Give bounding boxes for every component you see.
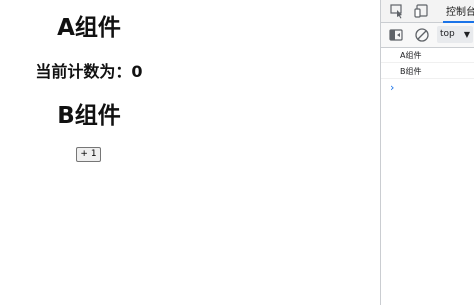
devtools-tab-bar: 控制台 — [381, 0, 474, 23]
console-toolbar: top ▼ — [381, 23, 474, 48]
context-selector[interactable]: top ▼ — [437, 26, 473, 43]
dropdown-arrow-icon: ▼ — [463, 30, 470, 39]
clear-console-icon[interactable] — [414, 27, 430, 43]
console-log-line: A组件 — [381, 48, 474, 63]
count-text: 当前计数为：0 — [35, 62, 143, 81]
console-prompt-icon[interactable]: › — [390, 81, 394, 94]
device-toolbar-icon[interactable] — [414, 3, 430, 19]
context-value: top — [440, 29, 455, 39]
show-sidebar-icon[interactable] — [388, 27, 404, 43]
console-log-line: B组件 — [381, 64, 474, 79]
devtools-panel: 控制台 top ▼ A组件 B组件 › — [380, 0, 474, 305]
tab-console[interactable]: 控制台 — [446, 3, 474, 18]
inspect-element-icon[interactable] — [389, 3, 405, 19]
app-page: A组件 当前计数为：0 B组件 + 1 — [0, 0, 380, 305]
increment-button[interactable]: + 1 — [76, 147, 101, 162]
component-b-title: B组件 — [57, 103, 121, 129]
component-a-title: A组件 — [57, 15, 121, 41]
